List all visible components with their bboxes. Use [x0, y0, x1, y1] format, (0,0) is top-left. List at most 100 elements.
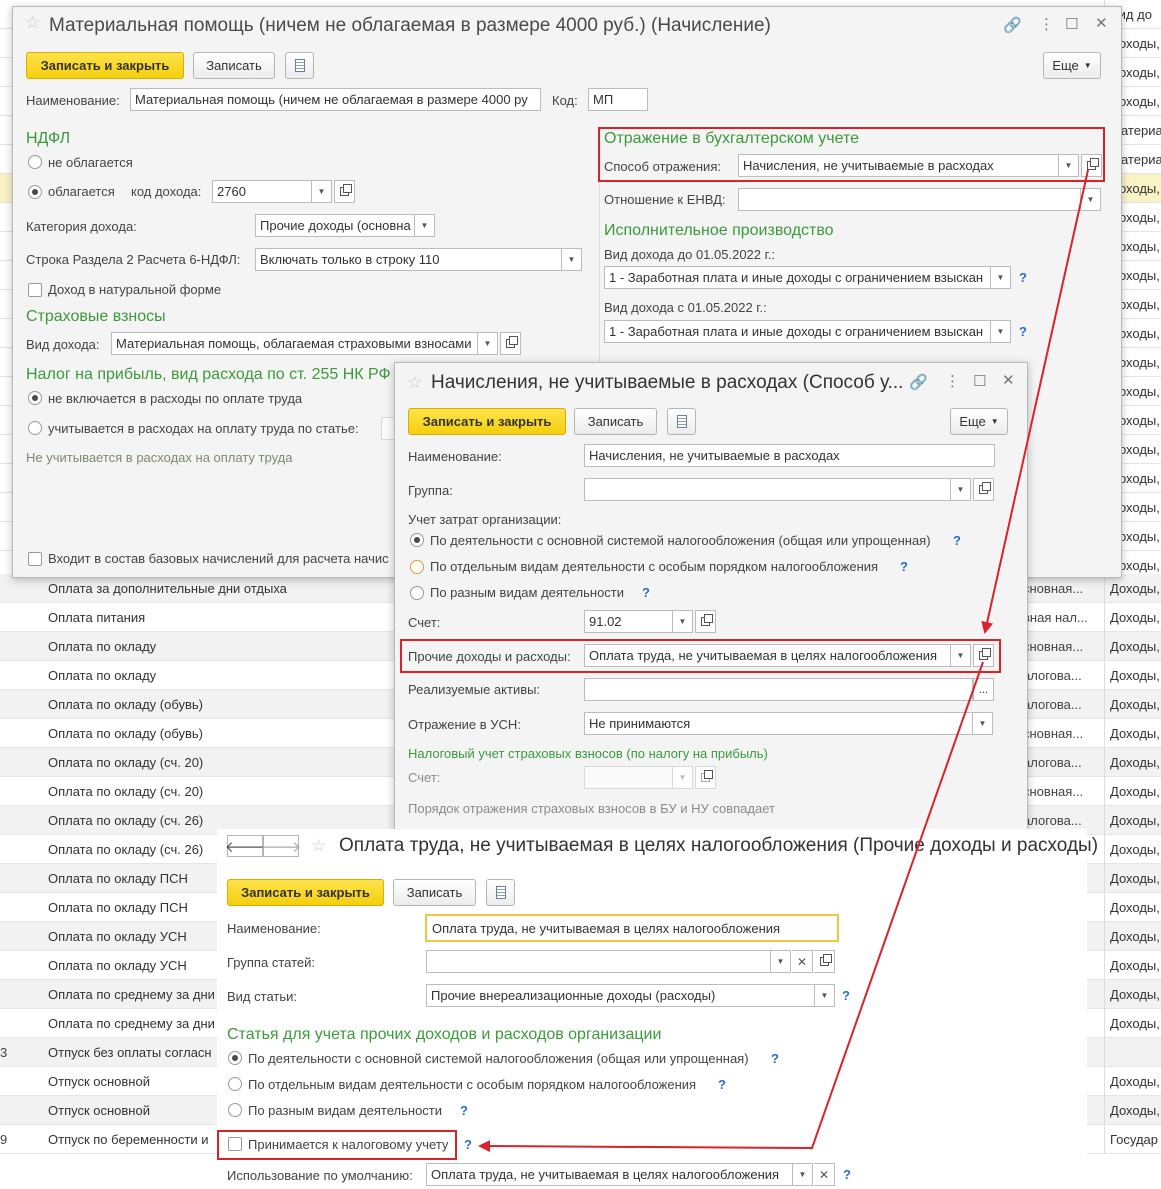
save-button[interactable]: Записать: [574, 408, 657, 435]
help-icon[interactable]: ?: [642, 585, 650, 600]
group-clear-button[interactable]: ✕: [792, 950, 813, 973]
account-field[interactable]: 91.02: [584, 610, 673, 633]
report-button[interactable]: [667, 408, 696, 435]
default-clear-button[interactable]: ✕: [814, 1163, 835, 1186]
back-button[interactable]: 🡐: [225, 835, 265, 857]
save-button[interactable]: Записать: [193, 52, 275, 79]
other-dropdown[interactable]: ▼: [951, 644, 971, 667]
insurance-income-field[interactable]: Материальная помощь, облагаемая страховы…: [111, 332, 478, 355]
kind-dropdown[interactable]: ▼: [815, 984, 835, 1007]
help-icon[interactable]: ?: [1019, 324, 1027, 339]
other-field[interactable]: Оплата труда, не учитываемая в целях нал…: [584, 644, 951, 667]
group-open-button[interactable]: [973, 478, 994, 501]
taxed-label: облагается: [48, 184, 115, 199]
code-field[interactable]: МП: [588, 88, 648, 111]
opt2-radio[interactable]: [228, 1077, 242, 1091]
income-code-dropdown[interactable]: ▼: [312, 180, 332, 203]
account-open-button[interactable]: [695, 610, 716, 633]
report-button[interactable]: [285, 52, 314, 79]
taxed-radio[interactable]: [28, 185, 42, 199]
name-field[interactable]: Оплата труда, не учитываемая в целях нал…: [425, 914, 839, 942]
name-field[interactable]: Материальная помощь (ничем не облагаемая…: [130, 88, 541, 111]
help-icon[interactable]: ?: [718, 1077, 726, 1092]
maximize-icon[interactable]: ☐: [1065, 15, 1078, 33]
more-vertical-icon[interactable]: ⋮: [1039, 15, 1054, 33]
assets-select-button[interactable]: ...: [973, 678, 994, 701]
name-field[interactable]: Начисления, не учитываемые в расходах: [584, 444, 995, 467]
income-after-field[interactable]: 1 - Заработная плата и иные доходы с огр…: [604, 320, 991, 343]
other-open-button[interactable]: [973, 644, 994, 667]
group-field[interactable]: [584, 478, 951, 501]
natural-form-checkbox[interactable]: [28, 283, 42, 297]
column-separator: [1104, 1067, 1105, 1096]
group-dropdown[interactable]: ▼: [951, 478, 971, 501]
report-button[interactable]: [486, 879, 515, 906]
kind-field[interactable]: Прочие внереализационные доходы (расходы…: [426, 984, 815, 1007]
ndfl-section-title: НДФЛ: [26, 130, 71, 147]
open-icon: [1087, 158, 1099, 170]
help-icon[interactable]: ?: [1019, 270, 1027, 285]
usn-field[interactable]: Не принимаются: [584, 712, 973, 735]
income-category-dropdown[interactable]: ▼: [415, 214, 435, 237]
method-open-button[interactable]: [1081, 154, 1102, 177]
opt1-radio[interactable]: [410, 533, 424, 547]
income-before-dropdown[interactable]: ▼: [991, 266, 1011, 289]
envd-dropdown[interactable]: ▼: [1081, 188, 1101, 211]
link-icon[interactable]: 🔗: [1003, 16, 1022, 34]
insurance-income-open-button[interactable]: [500, 332, 521, 355]
help-icon[interactable]: ?: [953, 533, 961, 548]
save-and-close-button[interactable]: Записать и закрыть: [26, 52, 184, 79]
more-button[interactable]: Еще ▼: [950, 408, 1008, 435]
more-button[interactable]: Еще ▼: [1043, 52, 1101, 79]
opt3-radio[interactable]: [410, 586, 424, 600]
row-method-cell: алогова...: [1023, 813, 1082, 828]
account-dropdown[interactable]: ▼: [673, 610, 693, 633]
included-by-article-radio[interactable]: [28, 421, 42, 435]
close-icon[interactable]: ✕: [1002, 371, 1015, 389]
line-field[interactable]: Включать только в строку 110: [255, 248, 562, 271]
opt1-radio[interactable]: [228, 1051, 242, 1065]
group-dropdown[interactable]: ▼: [771, 950, 791, 973]
group-field[interactable]: [426, 950, 771, 973]
save-and-close-button[interactable]: Записать и закрыть: [227, 879, 384, 906]
save-and-close-button[interactable]: Записать и закрыть: [408, 408, 566, 435]
default-field[interactable]: Оплата труда, не учитываемая в целях нал…: [426, 1163, 793, 1186]
line-dropdown[interactable]: ▼: [562, 248, 582, 271]
help-icon[interactable]: ?: [842, 988, 850, 1003]
save-button[interactable]: Записать: [393, 879, 476, 906]
line-label: Строка Раздела 2 Расчета 6-НДФЛ:: [26, 252, 241, 267]
close-icon[interactable]: ✕: [1095, 14, 1108, 32]
help-icon[interactable]: ?: [460, 1103, 468, 1118]
maximize-icon[interactable]: ☐: [973, 372, 986, 390]
income-code-field[interactable]: 2760: [212, 180, 312, 203]
favorite-star-icon[interactable]: ☆: [407, 373, 422, 393]
income-before-field[interactable]: 1 - Заработная плата и иные доходы с огр…: [604, 266, 991, 289]
natural-form-label: Доход в натуральной форме: [48, 282, 222, 297]
favorite-star-icon[interactable]: ☆: [25, 13, 40, 33]
help-icon[interactable]: ?: [900, 559, 908, 574]
help-icon[interactable]: ?: [464, 1137, 472, 1152]
base-accruals-checkbox[interactable]: [28, 552, 42, 566]
income-after-dropdown[interactable]: ▼: [991, 320, 1011, 343]
forward-button[interactable]: 🡒: [261, 835, 301, 857]
group-open-button[interactable]: [814, 950, 835, 973]
help-icon[interactable]: ?: [771, 1051, 779, 1066]
assets-field[interactable]: [584, 678, 973, 701]
income-code-open-button[interactable]: [334, 180, 355, 203]
accepted-checkbox[interactable]: [228, 1137, 242, 1151]
link-icon[interactable]: 🔗: [909, 373, 928, 391]
insurance-income-dropdown[interactable]: ▼: [478, 332, 498, 355]
income-category-field[interactable]: Прочие доходы (основна: [255, 214, 415, 237]
favorite-star-icon[interactable]: ☆: [311, 836, 326, 856]
more-vertical-icon[interactable]: ⋮: [945, 372, 960, 390]
opt2-radio[interactable]: [410, 560, 424, 574]
opt3-radio[interactable]: [228, 1103, 242, 1117]
not-included-radio[interactable]: [28, 391, 42, 405]
default-dropdown[interactable]: ▼: [793, 1163, 813, 1186]
not-taxed-radio[interactable]: [28, 155, 42, 169]
help-icon[interactable]: ?: [843, 1167, 851, 1182]
method-field[interactable]: Начисления, не учитываемые в расходах: [738, 154, 1059, 177]
method-dropdown[interactable]: ▼: [1059, 154, 1079, 177]
envd-field[interactable]: [738, 188, 1081, 211]
usn-dropdown[interactable]: ▼: [973, 712, 993, 735]
